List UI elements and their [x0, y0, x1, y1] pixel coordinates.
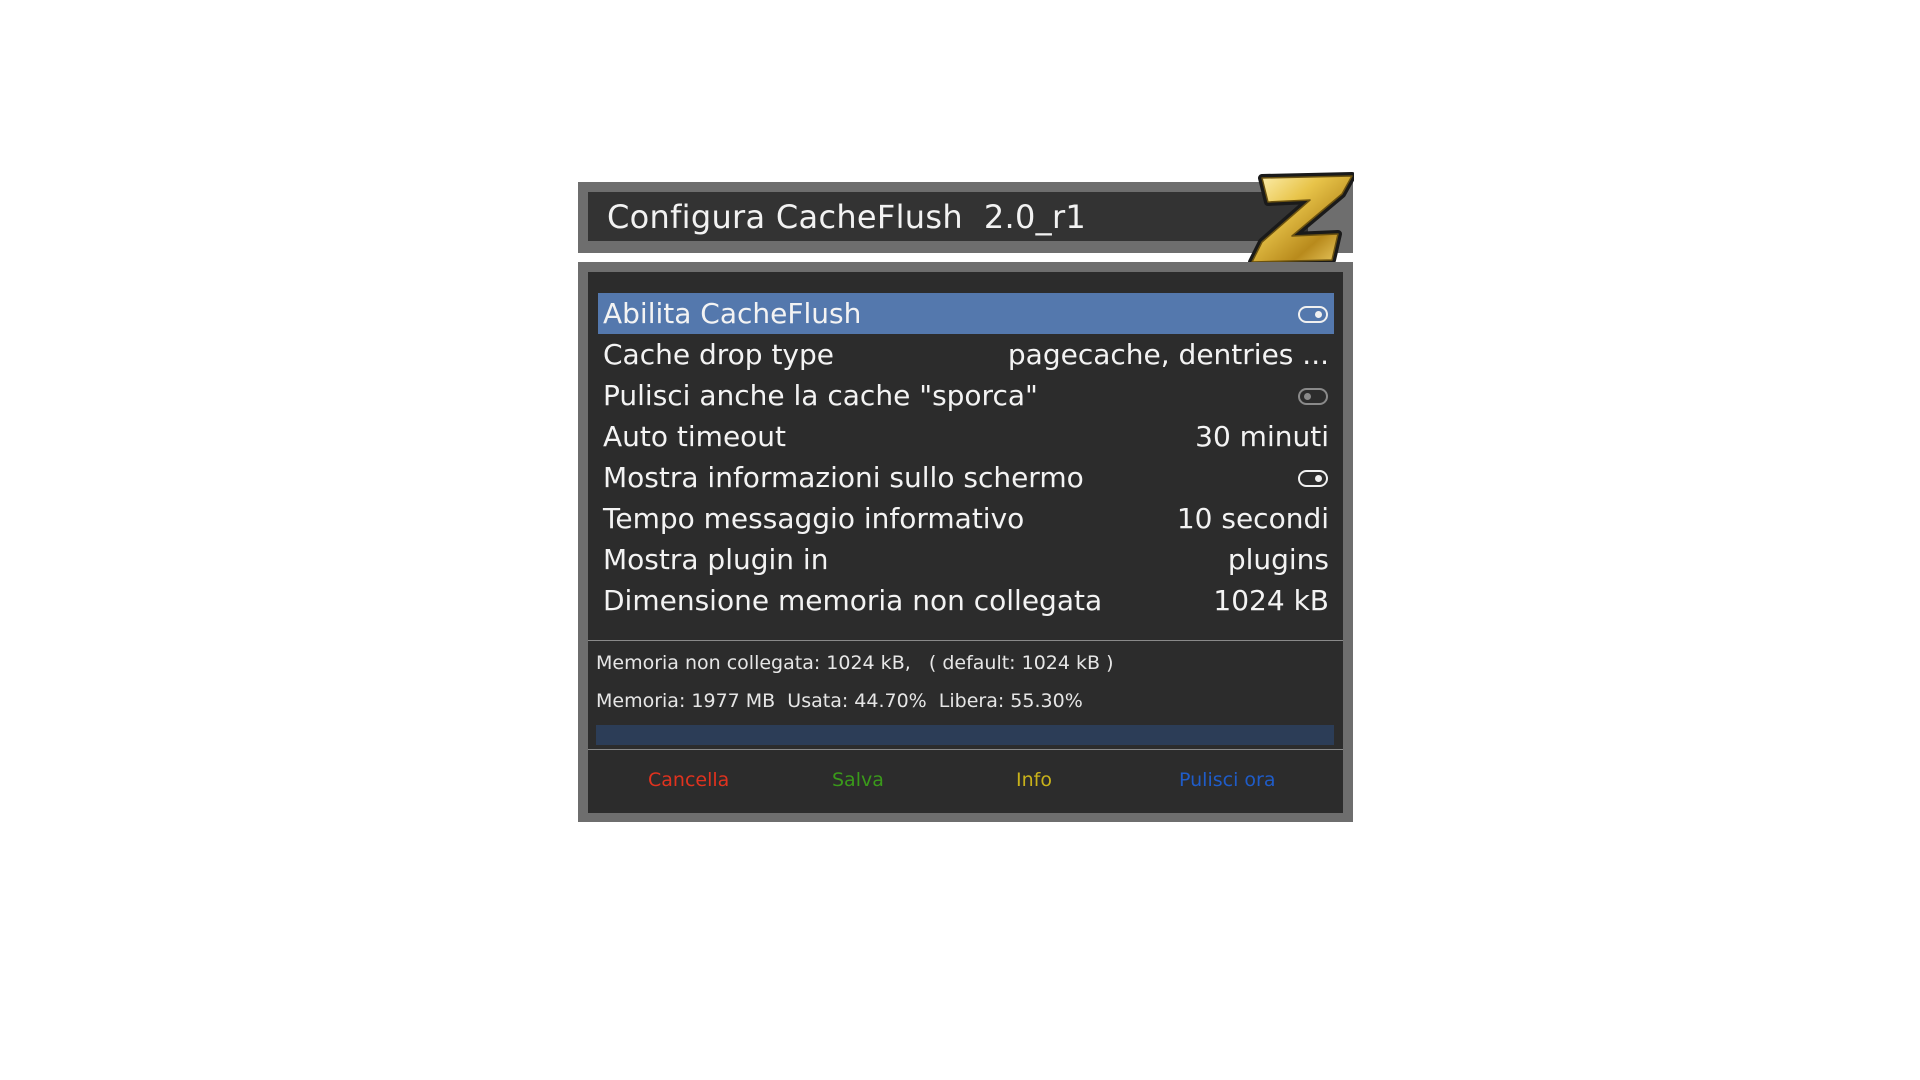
setting-row-abilita-cacheflush[interactable]: Abilita CacheFlush	[598, 293, 1334, 334]
info-button[interactable]: Info	[1016, 769, 1052, 791]
title-background: Configura CacheFlush 2.0_r1	[588, 192, 1308, 241]
setting-label: Pulisci anche la cache "sporca"	[603, 379, 1038, 412]
setting-label: Auto timeout	[603, 420, 787, 453]
memory-progress-bar	[596, 725, 1334, 745]
setting-value: 1024 kB	[1213, 584, 1329, 617]
setting-value: pagecache, dentries ...	[1007, 338, 1329, 371]
setting-value: 30 minuti	[1195, 420, 1329, 453]
divider	[588, 749, 1343, 750]
settings-panel: Abilita CacheFlush Cache drop type pagec…	[578, 262, 1353, 822]
setting-label: Mostra plugin in	[603, 543, 829, 576]
setting-value: 10 secondi	[1176, 502, 1329, 535]
settings-panel-inner: Abilita CacheFlush Cache drop type pagec…	[588, 272, 1343, 813]
setting-row-pulisci-cache-sporca[interactable]: Pulisci anche la cache "sporca"	[598, 375, 1334, 416]
save-button[interactable]: Salva	[832, 769, 884, 791]
setting-row-tempo-messaggio[interactable]: Tempo messaggio informativo 10 secondi	[598, 498, 1334, 539]
title-bar: Configura CacheFlush 2.0_r1	[578, 182, 1353, 253]
memory-progress-fill	[596, 725, 1334, 745]
setting-label: Dimensione memoria non collegata	[603, 584, 1103, 617]
setting-label: Tempo messaggio informativo	[603, 502, 1025, 535]
toggle-on-icon[interactable]	[1298, 306, 1328, 323]
setting-label: Mostra informazioni sullo schermo	[603, 461, 1084, 494]
setting-row-cache-drop-type[interactable]: Cache drop type pagecache, dentries ...	[598, 334, 1334, 375]
setting-row-dimensione-memoria[interactable]: Dimensione memoria non collegata 1024 kB	[598, 580, 1334, 621]
unlinked-memory-info: Memoria non collegata: 1024 kB, ( defaul…	[596, 652, 1114, 674]
setting-row-mostra-plugin-in[interactable]: Mostra plugin in plugins	[598, 539, 1334, 580]
button-bar: Cancella Salva Info Pulisci ora	[588, 752, 1343, 812]
setting-row-auto-timeout[interactable]: Auto timeout 30 minuti	[598, 416, 1334, 457]
toggle-on-icon[interactable]	[1298, 470, 1328, 487]
settings-list: Abilita CacheFlush Cache drop type pagec…	[598, 293, 1334, 621]
divider	[588, 640, 1343, 641]
memory-usage-info: Memoria: 1977 MB Usata: 44.70% Libera: 5…	[596, 690, 1083, 712]
z-logo-icon	[1248, 172, 1354, 264]
setting-label: Abilita CacheFlush	[603, 297, 862, 330]
cancel-button[interactable]: Cancella	[648, 769, 729, 791]
setting-value: plugins	[1227, 543, 1329, 576]
setting-label: Cache drop type	[603, 338, 834, 371]
setting-row-mostra-informazioni[interactable]: Mostra informazioni sullo schermo	[598, 457, 1334, 498]
window-title: Configura CacheFlush 2.0_r1	[607, 198, 1087, 236]
clean-now-button[interactable]: Pulisci ora	[1179, 769, 1275, 791]
toggle-off-icon[interactable]	[1298, 388, 1328, 405]
